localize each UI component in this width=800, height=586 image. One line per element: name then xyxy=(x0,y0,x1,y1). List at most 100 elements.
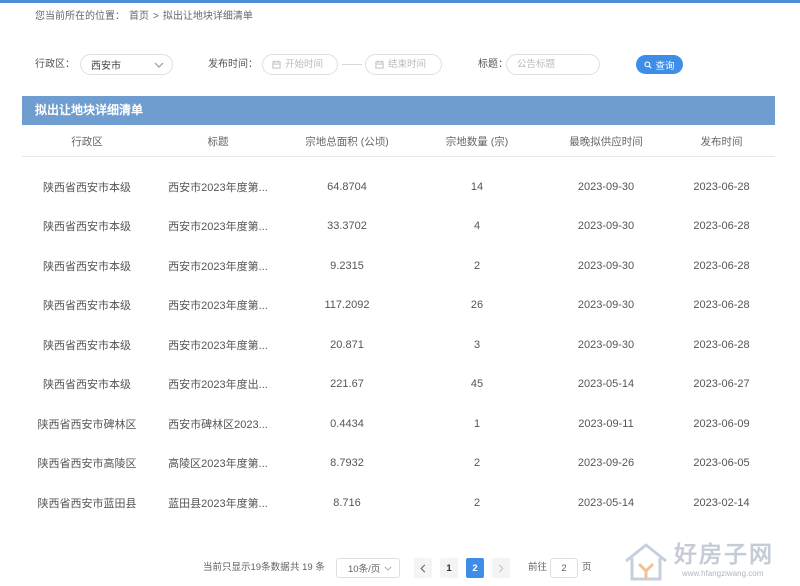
breadcrumb-separator: > xyxy=(153,11,159,22)
page-button-1[interactable]: 1 xyxy=(440,558,458,578)
cell-title[interactable]: 高陵区2023年度第... xyxy=(152,455,284,471)
cell-latest-supply: 2023-09-26 xyxy=(577,457,635,470)
table-row: 陕西省西安市碑林区 西安市碑林区2023... 0.4434 1 2023-09-11 2… xyxy=(22,404,775,444)
watermark-brand: 好房子网 xyxy=(674,541,774,567)
cell-area: 0.4434 xyxy=(330,417,364,430)
site-watermark: 好房子网 www.hfangziwang.com xyxy=(620,538,796,586)
cell-latest-supply: 2023-05-14 xyxy=(577,378,635,391)
title-field[interactable] xyxy=(506,54,600,75)
cell-publish-date: 2023-06-09 xyxy=(693,417,750,430)
cell-latest-supply: 2023-09-11 xyxy=(578,417,634,430)
page-size-value: 10条/页 xyxy=(348,564,381,575)
top-accent-bar xyxy=(0,0,800,3)
breadcrumb: 您当前所在的位置： 首页 > 拟出让地块详细清单 xyxy=(35,10,253,24)
cell-count: 2 xyxy=(473,457,481,470)
cell-area: 33.3702 xyxy=(327,220,367,233)
table-header: 行政区 标题 宗地总面积 (公顷) 宗地数量 (宗) 最晚拟供应时间 发布时间 xyxy=(22,128,775,157)
table-row: 陕西省西安市本级 西安市2023年度第... 64.8704 14 2023-09-30… xyxy=(22,167,775,207)
column-header-area: 宗地总面积 (公顷) xyxy=(305,136,389,148)
search-button-label: 查询 xyxy=(655,60,675,72)
cell-title[interactable]: 西安市2023年度第... xyxy=(152,258,284,274)
cell-region: 陕西省西安市高陵区 xyxy=(37,458,137,471)
cell-title[interactable]: 西安市2023年度第... xyxy=(152,297,284,313)
calendar-icon xyxy=(272,60,281,69)
cell-area: 8.7932 xyxy=(330,457,364,470)
cell-publish-date: 2023-06-28 xyxy=(693,180,750,193)
cell-title[interactable]: 蓝田县2023年度第... xyxy=(152,495,284,511)
cell-title[interactable]: 西安市2023年度出... xyxy=(152,376,284,392)
cell-count: 2 xyxy=(473,259,481,272)
cell-latest-supply: 2023-09-30 xyxy=(577,220,635,233)
goto-suffix: 页 xyxy=(582,562,592,573)
watermark-url: www.hfangziwang.com xyxy=(682,569,764,578)
cell-count: 3 xyxy=(473,338,481,351)
cell-publish-date: 2023-06-28 xyxy=(693,220,750,233)
table-row: 陕西省西安市本级 西安市2023年度第... 20.871 3 2023-09-30 20… xyxy=(22,325,775,365)
table-row: 陕西省西安市蓝田县 蓝田县2023年度第... 8.716 2 2023-05-14 20… xyxy=(22,483,775,523)
cell-publish-date: 2023-06-28 xyxy=(693,259,750,272)
next-page-button[interactable] xyxy=(492,558,510,578)
cell-area: 221.67 xyxy=(330,378,364,391)
cell-latest-supply: 2023-05-14 xyxy=(577,496,635,509)
cell-publish-date: 2023-06-27 xyxy=(693,378,750,391)
cell-region: 陕西省西安市本级 xyxy=(43,221,131,234)
cell-title[interactable]: 西安市2023年度第... xyxy=(152,337,284,353)
cell-region: 陕西省西安市蓝田县 xyxy=(37,497,137,510)
pagination-summary: 当前只显示19条数据 xyxy=(203,562,290,573)
breadcrumb-current: 拟出让地块详细清单 xyxy=(162,11,253,22)
cell-latest-supply: 2023-09-30 xyxy=(577,299,635,312)
pagination-total: 共 19 条 xyxy=(290,562,325,573)
region-select[interactable]: 西安市 xyxy=(80,54,173,75)
column-header-count: 宗地数量 (宗) xyxy=(445,136,509,148)
chevron-down-icon xyxy=(154,62,164,68)
cell-latest-supply: 2023-09-30 xyxy=(577,338,635,351)
start-date-field[interactable] xyxy=(262,54,339,75)
goto-label: 前往 xyxy=(528,562,548,573)
table-row: 陕西省西安市本级 西安市2023年度第... 33.3702 4 2023-09-30 2… xyxy=(22,207,775,247)
cell-area: 64.8704 xyxy=(327,180,367,193)
cell-area: 8.716 xyxy=(333,496,361,509)
chevron-down-icon xyxy=(384,566,392,571)
prev-page-button[interactable] xyxy=(414,558,432,578)
cell-area: 9.2315 xyxy=(330,259,364,272)
date-range-separator xyxy=(342,64,362,65)
cell-count: 4 xyxy=(473,220,481,233)
table-body: 陕西省西安市本级 西安市2023年度第... 64.8704 14 2023-09-30… xyxy=(22,157,775,523)
title-input[interactable] xyxy=(517,55,595,74)
end-date-input[interactable] xyxy=(388,55,442,74)
cell-region: 陕西省西安市本级 xyxy=(43,181,131,194)
house-icon xyxy=(622,541,670,586)
cell-region: 陕西省西安市本级 xyxy=(43,379,131,392)
cell-publish-date: 2023-06-05 xyxy=(693,457,750,470)
cell-region: 陕西省西安市碑林区 xyxy=(37,418,137,431)
end-date-field[interactable] xyxy=(365,54,442,75)
cell-region: 陕西省西安市本级 xyxy=(43,300,131,313)
cell-region: 陕西省西安市本级 xyxy=(43,260,131,273)
table-row: 陕西省西安市本级 西安市2023年度第... 9.2315 2 2023-09-30 20… xyxy=(22,246,775,286)
column-header-latest-supply: 最晚拟供应时间 xyxy=(569,136,643,148)
breadcrumb-home-link[interactable]: 首页 xyxy=(129,11,149,22)
search-button[interactable]: 查询 xyxy=(636,55,683,74)
table-row: 陕西省西安市高陵区 高陵区2023年度第... 8.7932 2 2023-09-26 2… xyxy=(22,444,775,484)
cell-count: 45 xyxy=(470,378,484,391)
cell-publish-date: 2023-06-28 xyxy=(693,299,750,312)
region-select-value: 西安市 xyxy=(91,61,121,72)
cell-title[interactable]: 西安市2023年度第... xyxy=(152,179,284,195)
cell-count: 14 xyxy=(470,180,484,193)
column-header-title: 标题 xyxy=(207,136,229,148)
panel-title: 拟出让地块详细清单 xyxy=(35,103,144,117)
cell-latest-supply: 2023-09-30 xyxy=(577,180,635,193)
region-label: 行政区： xyxy=(35,59,75,70)
goto-page-input[interactable] xyxy=(550,558,578,578)
cell-title[interactable]: 西安市碑林区2023... xyxy=(152,416,284,432)
cell-area: 20.871 xyxy=(330,338,364,351)
start-date-input[interactable] xyxy=(285,55,339,74)
page-button-2[interactable]: 2 xyxy=(466,558,484,578)
chevron-left-icon xyxy=(420,564,426,573)
cell-count: 26 xyxy=(470,299,484,312)
page-size-select[interactable]: 10条/页 xyxy=(336,558,400,578)
land-plot-table: 行政区 标题 宗地总面积 (公顷) 宗地数量 (宗) 最晚拟供应时间 发布时间 … xyxy=(22,128,775,523)
publish-date-label: 发布时间： xyxy=(208,59,258,70)
calendar-icon xyxy=(375,60,384,69)
cell-title[interactable]: 西安市2023年度第... xyxy=(152,218,284,234)
